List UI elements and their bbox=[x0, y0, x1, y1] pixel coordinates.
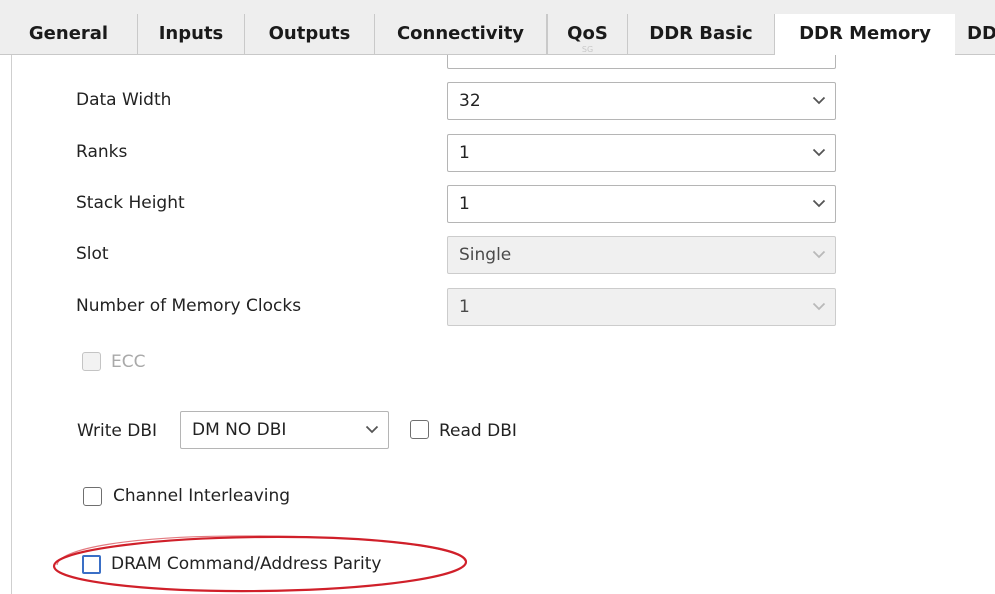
write-dbi-select[interactable]: DM NO DBI bbox=[180, 411, 389, 449]
slot-select: Single bbox=[447, 236, 836, 274]
channel-interleaving-checkbox[interactable] bbox=[83, 487, 102, 506]
chevron-down-icon bbox=[812, 302, 826, 311]
write-dbi-label: Write DBI bbox=[77, 421, 158, 441]
chevron-down-icon bbox=[812, 199, 826, 208]
tab-outputs-label: Outputs bbox=[268, 23, 351, 44]
highlight-ellipse bbox=[52, 535, 468, 593]
slot-value: Single bbox=[459, 245, 512, 265]
tab-strip: General Inputs Outputs Connectivity QoS S… bbox=[0, 0, 995, 56]
slot-label: Slot bbox=[76, 244, 109, 264]
data-width-value: 32 bbox=[459, 91, 481, 111]
tab-ddr-memory[interactable]: DDR Memory bbox=[775, 14, 955, 56]
memory-clocks-value: 1 bbox=[459, 297, 470, 317]
channel-interleaving-label: Channel Interleaving bbox=[113, 486, 291, 506]
stack-height-select[interactable]: 1 bbox=[447, 185, 836, 223]
tab-qos[interactable]: QoS SG bbox=[548, 14, 628, 55]
ecc-label: ECC bbox=[111, 352, 146, 372]
chevron-down-icon bbox=[365, 425, 379, 434]
read-dbi-checkbox[interactable] bbox=[410, 420, 429, 439]
data-width-select[interactable]: 32 bbox=[447, 82, 836, 120]
tab-general-label: General bbox=[28, 23, 109, 44]
tab-inputs-label: Inputs bbox=[158, 23, 224, 44]
ranks-select[interactable]: 1 bbox=[447, 134, 836, 172]
chevron-down-icon bbox=[812, 96, 826, 105]
stack-height-value: 1 bbox=[459, 194, 470, 214]
tab-ddr-basic-label: DDR Basic bbox=[649, 23, 753, 44]
tab-inputs[interactable]: Inputs bbox=[138, 14, 245, 55]
tab-ddr-basic[interactable]: DDR Basic bbox=[628, 14, 775, 55]
ecc-checkbox bbox=[82, 352, 101, 371]
memory-clocks-label: Number of Memory Clocks bbox=[76, 296, 302, 316]
data-width-label: Data Width bbox=[76, 90, 172, 110]
partial-combo-box[interactable] bbox=[447, 55, 836, 69]
tab-connectivity[interactable]: Connectivity bbox=[375, 14, 548, 55]
tab-dd[interactable]: DD bbox=[955, 14, 995, 55]
ranks-label: Ranks bbox=[76, 142, 128, 162]
write-dbi-value: DM NO DBI bbox=[192, 420, 287, 440]
chevron-down-icon bbox=[812, 250, 826, 259]
tab-qos-label: QoS bbox=[567, 23, 608, 44]
ranks-value: 1 bbox=[459, 143, 470, 163]
memory-clocks-select: 1 bbox=[447, 288, 836, 326]
tab-ddr-memory-label: DDR Memory bbox=[799, 23, 931, 44]
tab-connectivity-label: Connectivity bbox=[396, 23, 525, 44]
tab-general[interactable]: General bbox=[0, 14, 138, 55]
stack-height-label: Stack Height bbox=[76, 193, 185, 213]
tab-outputs[interactable]: Outputs bbox=[245, 14, 375, 55]
ddr-memory-panel: Data Width 32 Ranks 1 Stack Height 1 Slo… bbox=[11, 55, 995, 594]
chevron-down-icon bbox=[812, 148, 826, 157]
tab-qos-mark: SG bbox=[581, 45, 594, 54]
tab-dd-label: DD bbox=[967, 23, 995, 44]
read-dbi-label: Read DBI bbox=[439, 421, 517, 441]
